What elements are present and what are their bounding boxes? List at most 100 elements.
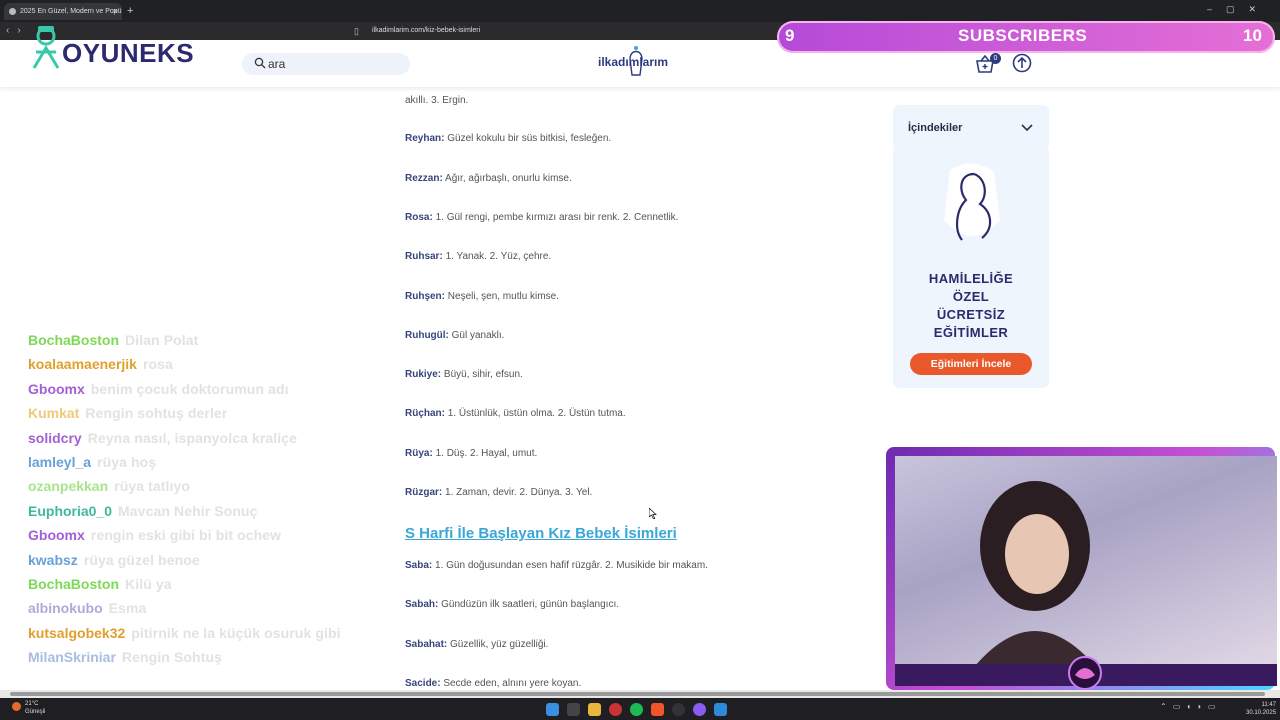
subscriber-label: SUBSCRIBERS [958,26,1088,45]
discord-icon[interactable] [693,703,706,716]
windows-start-icon[interactable] [546,703,559,716]
taskbar-clock[interactable]: 11:47 30.10.2025 [1246,701,1276,717]
chat-line: BochaBoston Dilan Polat [28,332,198,348]
chat-line: MilanSkriniar Rengin Sohtuş [28,649,222,665]
pregnant-woman-icon [944,163,1000,241]
chat-message: Dilan Polat [125,332,199,348]
app-icon[interactable] [714,703,727,716]
chat-username: albinokubo [28,600,103,617]
chat-line: koalaamaenerjik rosa [28,356,173,372]
entry-meaning: Secde eden, alnını yere koyan. [443,678,582,689]
chat-line: BochaBoston Kilü ya [28,576,172,592]
tab-favicon-icon [9,8,16,15]
list-item: Ruhşen: Neşeli, şen, mutlu kimse. [405,291,559,302]
cart-count-badge: 0 [990,53,1001,64]
subscriber-current-count: 9 [785,26,795,45]
window-controls[interactable]: –▢✕ [1207,4,1270,15]
ad-headline: HAMİLELİĞE ÖZEL ÜCRETSİZ EĞİTİMLER [893,270,1049,342]
list-item: Ruhugül: Gül yanaklı. [405,330,504,341]
entry-name: Ruhşen: [405,291,445,302]
entry-name: Rukiye: [405,369,442,380]
app-icon[interactable] [672,703,685,716]
entry-meaning: Ağır, ağırbaşlı, onurlu kimse. [445,173,572,184]
brand-logo-text[interactable]: ilkadımlarım [598,55,668,69]
chat-message: rosa [142,356,173,373]
chat-username: BochaBoston [28,332,119,348]
bookmark-icon[interactable]: ▯ [354,22,359,40]
ad-line: EĞİTİMLER [933,325,1009,340]
entry-name: Rosa: [405,212,433,223]
system-tray-icons[interactable]: ⌃▭◖◗▭ [1160,702,1221,711]
list-item: Rüzgar: 1. Zaman, devir. 2. Dünya. 3. Ye… [405,487,592,498]
chat-username: BochaBoston [28,576,119,592]
entry-name: Rüçhan: [405,408,445,419]
entry-name: Ruhsar: [405,251,443,262]
weather-icon[interactable] [12,702,21,711]
scroll-up-icon[interactable] [1012,53,1032,73]
chat-username: kwabsz [28,551,78,568]
search-input[interactable] [242,53,410,75]
chat-username: Euphoria0_0 [28,502,113,519]
chat-message: benim çocuk doktorumun adı [90,380,289,397]
clock-date: 30.10.2025 [1246,710,1277,716]
list-item: Rukiye: Büyü, sihir, efsun. [405,369,523,380]
ad-cta-button[interactable]: Eğitimleri İncele [910,353,1032,375]
list-item: Sacide: Secde eden, alnını yere koyan. [405,678,581,689]
new-tab-button[interactable]: + [127,3,133,20]
app-icon[interactable] [609,703,622,716]
chat-line: Gboomx rengin eski gibi bi bit ochew [28,527,281,543]
list-item: Sabah: Gündüzün ilk saatleri, günün başl… [405,599,619,610]
entry-name: Sabah: [405,599,439,610]
chat-line: solidcry Reyna nasıl, ispanyolca kraliçe [28,430,297,446]
browser-tab[interactable]: 2025 En Güzel, Modern ve Popü × [4,3,122,20]
chat-line: ozanpekkan rüya tatlıyo [28,478,190,494]
section-heading-link[interactable]: S Harfi İle Başlayan Kız Bebek İsimleri [405,525,677,542]
ad-line: ÜCRETSİZ [936,307,1006,322]
entry-fragment: akıllı. 3. Ergin. [405,95,469,106]
scrollbar-thumb[interactable] [10,692,1265,696]
chat-username: MilanSkriniar [28,649,116,666]
spotify-icon[interactable] [630,703,643,716]
list-item: Rosa: 1. Gül rengi, pembe kırmızı arası … [405,212,678,223]
list-item: Ruhsar: 1. Yanak. 2. Yüz, çehre. [405,251,551,262]
file-explorer-icon[interactable] [588,703,601,716]
entry-meaning: 1. Düş. 2. Hayal, umut. [435,448,538,459]
chat-username: ozanpekkan [28,478,109,495]
entry-name: Ruhugül: [405,330,449,341]
weather-temp: 21°C [25,701,39,707]
entry-meaning: Büyü, sihir, efsun. [443,369,523,380]
list-item: Reyhan: Güzel kokulu bir süs bitkisi, fe… [405,133,611,144]
chat-line: Kumkat Rengin sohtuş derler [28,405,227,421]
chat-username: lamleyl_a [28,454,92,470]
entry-meaning: Gündüzün ilk saatleri, günün başlangıcı. [441,599,620,610]
ad-line: HAMİLELİĞE [928,271,1014,286]
chat-message: Kilü ya [125,576,172,592]
chevron-down-icon[interactable] [1020,121,1034,135]
entry-meaning: 1. Gül rengi, pembe kırmızı arası bir re… [435,212,679,223]
chat-line: albinokubo Esma [28,600,146,616]
task-view-icon[interactable] [567,703,580,716]
chat-message: Rengin sohtuş derler [85,405,228,422]
entry-name: Sabahat: [405,639,448,650]
site-logo[interactable]: OYUNEKS [62,38,194,69]
entry-name: Rüzgar: [405,487,443,498]
chat-username: koalaamaenerjik [28,356,137,373]
chat-message: Mavcan Nehir Sonuç [118,502,258,519]
entry-meaning: 1. Gün doğusundan esen hafif rüzgâr. 2. … [435,560,708,571]
mascot-logo-icon [32,26,60,69]
subscriber-goal-count: 10 [1243,26,1262,45]
chat-line: Gboomx benim çocuk doktorumun adı [28,381,289,397]
weather-widget[interactable]: 21°C Güneşli [25,700,45,716]
brave-browser-icon[interactable] [651,703,664,716]
nav-arrows-icon[interactable]: ‹› [6,22,29,40]
chat-message: rengin eski gibi bi bit ochew [90,527,282,544]
toc-label: İçindekiler [908,122,963,134]
entry-meaning: Güzel kokulu bir süs bitkisi, fesleğen. [447,133,612,144]
list-item: Rüçhan: 1. Üstünlük, üstün olma. 2. Üstü… [405,408,626,419]
url-field[interactable]: ilkadimlarim.com/kiz-bebek-isimleri [372,25,480,37]
entry-name: Saba: [405,560,433,571]
tab-close-icon[interactable]: × [113,3,118,20]
chat-message: Esma [108,600,147,617]
chat-line: kwabsz rüya güzel benoe [28,552,200,568]
taskbar-apps [546,703,727,717]
